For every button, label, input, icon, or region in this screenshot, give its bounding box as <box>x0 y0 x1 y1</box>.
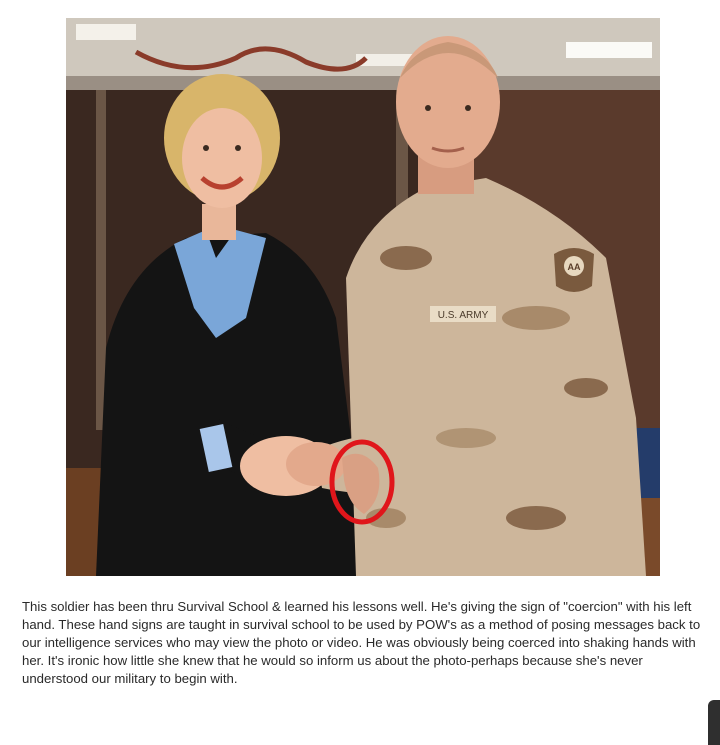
woman-neck <box>202 204 236 240</box>
soldier-eye <box>425 105 431 111</box>
photo-illustration: U.S. ARMY AA <box>66 18 660 576</box>
meme-post: U.S. ARMY AA This soldier has been thru … <box>0 0 720 745</box>
camo-patch <box>436 428 496 448</box>
ceiling-light <box>76 24 136 40</box>
wall-post <box>96 90 106 430</box>
soldier-eye <box>465 105 471 111</box>
caption-text: This soldier has been thru Survival Scho… <box>22 599 701 686</box>
camo-patch <box>380 246 432 270</box>
soldier-head <box>396 36 500 168</box>
camo-patch <box>502 306 570 330</box>
camo-patch <box>506 506 566 530</box>
ceiling-trim <box>66 76 660 90</box>
handshake-photo: U.S. ARMY AA <box>66 18 660 576</box>
camo-patch <box>564 378 608 398</box>
shoulder-patch-text: AA <box>568 262 581 272</box>
ceiling-light <box>566 42 652 58</box>
woman-eye <box>235 145 241 151</box>
army-tape-text: U.S. ARMY <box>438 310 489 321</box>
woman-face <box>182 108 262 208</box>
woman-eye <box>203 145 209 151</box>
scrollbar-thumb[interactable] <box>708 700 720 745</box>
